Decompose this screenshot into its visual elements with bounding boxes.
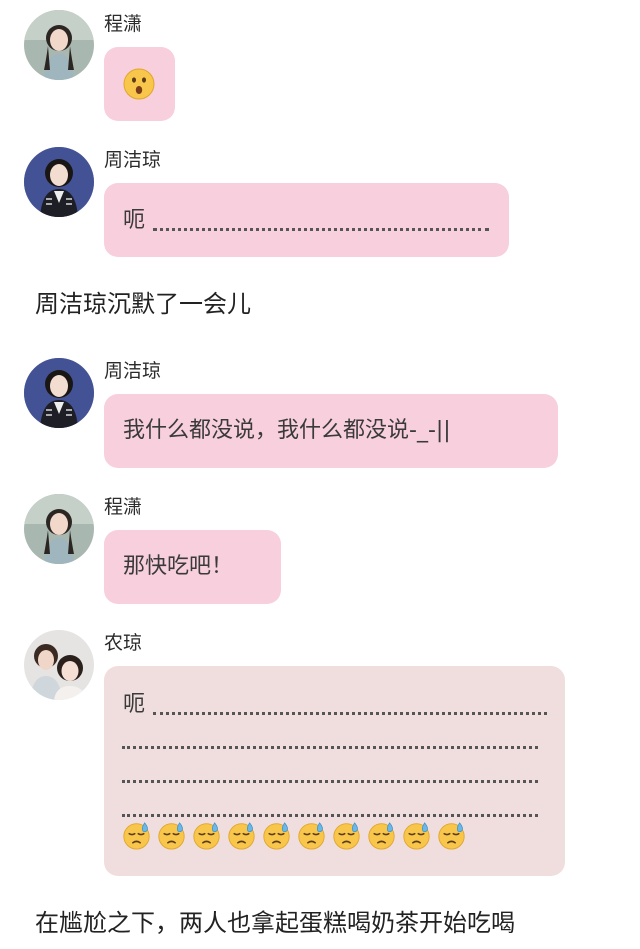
ellipsis-dots [122,814,538,817]
message-bubble[interactable]: 那快吃吧！ [104,530,281,604]
astonished-face-icon [123,68,155,100]
message-text: 呃 [123,208,146,233]
avatar[interactable] [24,630,94,700]
sender-name: 周洁琼 [104,360,162,382]
message-text: 那快吃吧！ [123,554,234,579]
downcast-sweat-face-icon [193,822,220,850]
message-bubble[interactable]: 呃 [104,666,565,876]
couple-avatar-icon [24,630,94,700]
message-text: 呃 [123,692,146,717]
downcast-sweat-face-icon [298,822,325,850]
message-text: 我什么都没说，我什么都没说-_-|| [123,418,451,443]
emoji-row [122,821,466,850]
message-bubble[interactable]: 我什么都没说，我什么都没说-_-|| [104,394,558,468]
sender-name: 周洁琼 [104,149,162,171]
ellipsis-dots [153,228,489,231]
ellipsis-dots [122,746,538,749]
narration-text: 在尴尬之下，两人也拿起蛋糕喝奶茶开始吃喝 [35,909,515,937]
girl-dark-jacket-avatar-icon [24,147,94,217]
sender-name: 程潇 [104,13,143,35]
girl-light-dress-avatar-icon [24,494,94,564]
avatar[interactable] [24,10,94,80]
girl-dark-jacket-avatar-icon [24,358,94,428]
downcast-sweat-face-icon [263,822,290,850]
avatar[interactable] [24,358,94,428]
downcast-sweat-face-icon [123,822,150,850]
ellipsis-dots [153,712,547,715]
sender-name: 程潇 [104,496,143,518]
girl-light-dress-avatar-icon [24,10,94,80]
avatar[interactable] [24,147,94,217]
downcast-sweat-face-icon [403,822,430,850]
sender-name: 农琼 [104,632,143,654]
downcast-sweat-face-icon [228,822,255,850]
downcast-sweat-face-icon [158,822,185,850]
downcast-sweat-face-icon [438,822,465,850]
message-bubble[interactable] [104,47,175,121]
ellipsis-dots [122,780,538,783]
downcast-sweat-face-icon [368,822,395,850]
avatar[interactable] [24,494,94,564]
downcast-sweat-face-icon [333,822,360,850]
narration-text: 周洁琼沉默了一会儿 [35,290,251,318]
message-bubble[interactable]: 呃 [104,183,509,257]
